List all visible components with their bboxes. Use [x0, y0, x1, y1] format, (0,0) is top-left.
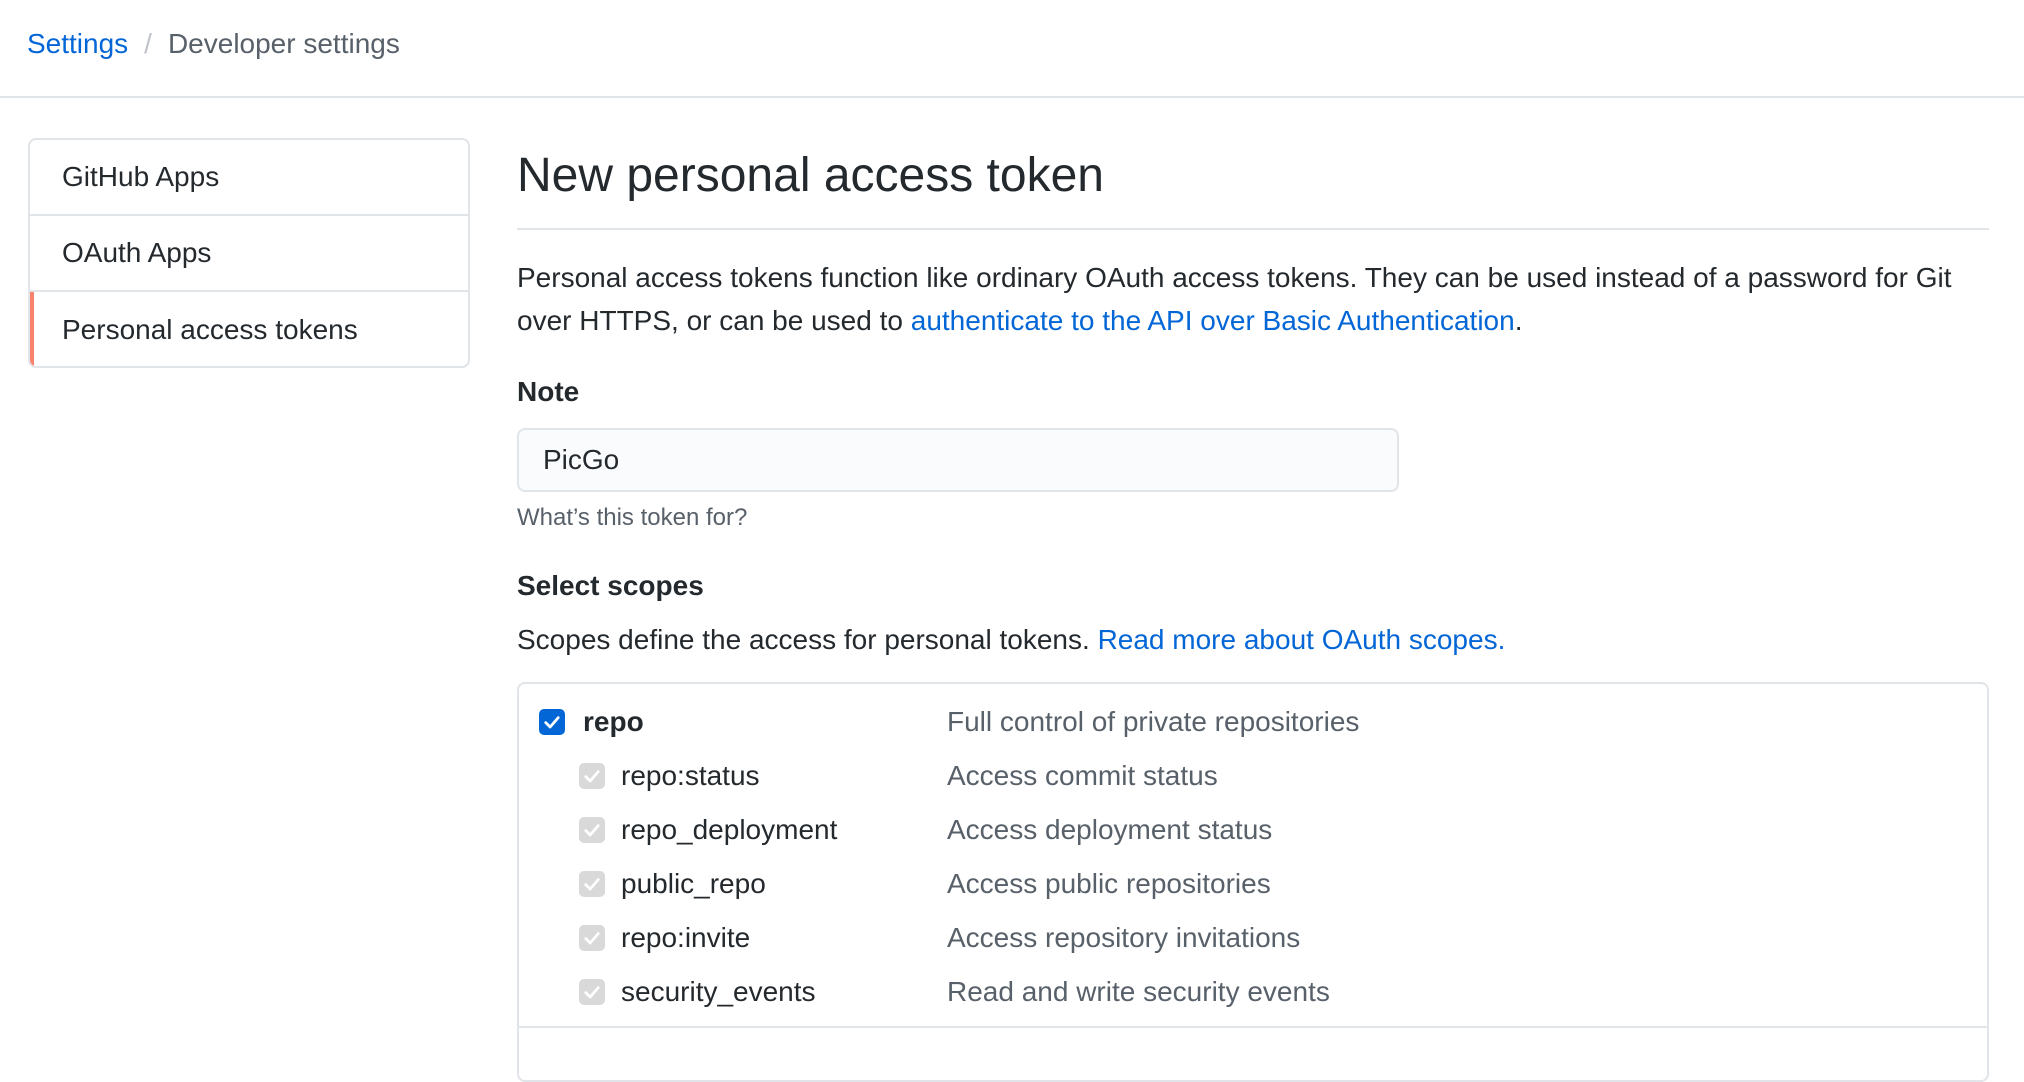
scope-desc: Access repository invitations	[947, 922, 1301, 953]
repo-invite-checkbox	[579, 925, 605, 951]
checkmark-icon	[584, 770, 600, 783]
scope-desc: Read and write security events	[947, 976, 1330, 1007]
public-repo-checkbox	[579, 871, 605, 897]
page-title: New personal access token	[517, 138, 1989, 230]
scopes-list: repo Full control of private repositorie…	[517, 682, 1989, 1082]
scope-name: repo:invite	[621, 922, 751, 953]
sidebar-item-label: OAuth Apps	[62, 237, 212, 268]
checkmark-icon	[544, 716, 560, 729]
repo-checkbox[interactable]	[539, 709, 565, 735]
scope-row-repo-invite: repo:invite Access repository invitation…	[519, 918, 1987, 958]
scope-row-repo-deployment: repo_deployment Access deployment status	[519, 810, 1987, 850]
sidebar-item-label: Personal access tokens	[62, 314, 358, 345]
repo-status-checkbox	[579, 763, 605, 789]
breadcrumb-current: Developer settings	[167, 28, 400, 59]
sidebar-item-oauth-apps[interactable]: OAuth Apps	[30, 216, 468, 292]
scope-name: repo	[583, 706, 644, 737]
page-header: Settings / Developer settings	[0, 0, 2024, 98]
scopes-description: Scopes define the access for personal to…	[517, 624, 1505, 656]
breadcrumb: Settings / Developer settings	[27, 26, 400, 62]
breadcrumb-separator: /	[144, 28, 152, 59]
breadcrumb-settings-link[interactable]: Settings	[27, 26, 128, 62]
scope-row-security-events: security_events Read and write security …	[519, 972, 1987, 1012]
sidebar-item-github-apps[interactable]: GitHub Apps	[30, 140, 468, 216]
checkmark-icon	[584, 986, 600, 999]
scope-row-repo: repo Full control of private repositorie…	[519, 702, 1987, 742]
security-events-checkbox	[579, 979, 605, 1005]
note-input[interactable]	[517, 428, 1399, 492]
scope-desc: Access public repositories	[947, 868, 1271, 899]
note-hint: What’s this token for?	[517, 504, 748, 531]
checkmark-icon	[584, 932, 600, 945]
intro-paragraph: Personal access tokens function like ord…	[517, 256, 1989, 342]
scope-group-divider	[519, 1026, 1987, 1028]
sidebar-item-label: GitHub Apps	[62, 161, 220, 192]
scope-row-public-repo: public_repo Access public repositories	[519, 864, 1987, 904]
scopes-desc-text: Scopes define the access for personal to…	[517, 624, 1098, 655]
note-label: Note	[517, 376, 580, 407]
scope-desc: Full control of private repositories	[947, 706, 1360, 737]
scope-row-repo-status: repo:status Access commit status	[519, 756, 1987, 796]
checkmark-icon	[584, 878, 600, 891]
repo-deployment-checkbox	[579, 817, 605, 843]
main-content: New personal access token Personal acces…	[517, 138, 1989, 1082]
checkmark-icon	[584, 824, 600, 837]
sidebar-item-personal-access-tokens[interactable]: Personal access tokens	[30, 292, 468, 366]
scope-name: public_repo	[621, 868, 766, 899]
scope-name: security_events	[621, 976, 816, 1007]
oauth-scopes-link[interactable]: Read more about OAuth scopes.	[1098, 624, 1506, 655]
scope-name: repo_deployment	[621, 814, 838, 845]
intro-text-end: .	[1514, 305, 1523, 336]
sidebar-nav: GitHub Apps OAuth Apps Personal access t…	[28, 138, 470, 368]
basic-auth-link[interactable]: authenticate to the API over Basic Authe…	[911, 305, 1515, 336]
scope-name: repo:status	[621, 760, 760, 791]
select-scopes-heading: Select scopes	[517, 570, 704, 601]
scope-desc: Access commit status	[947, 760, 1218, 791]
scope-desc: Access deployment status	[947, 814, 1273, 845]
